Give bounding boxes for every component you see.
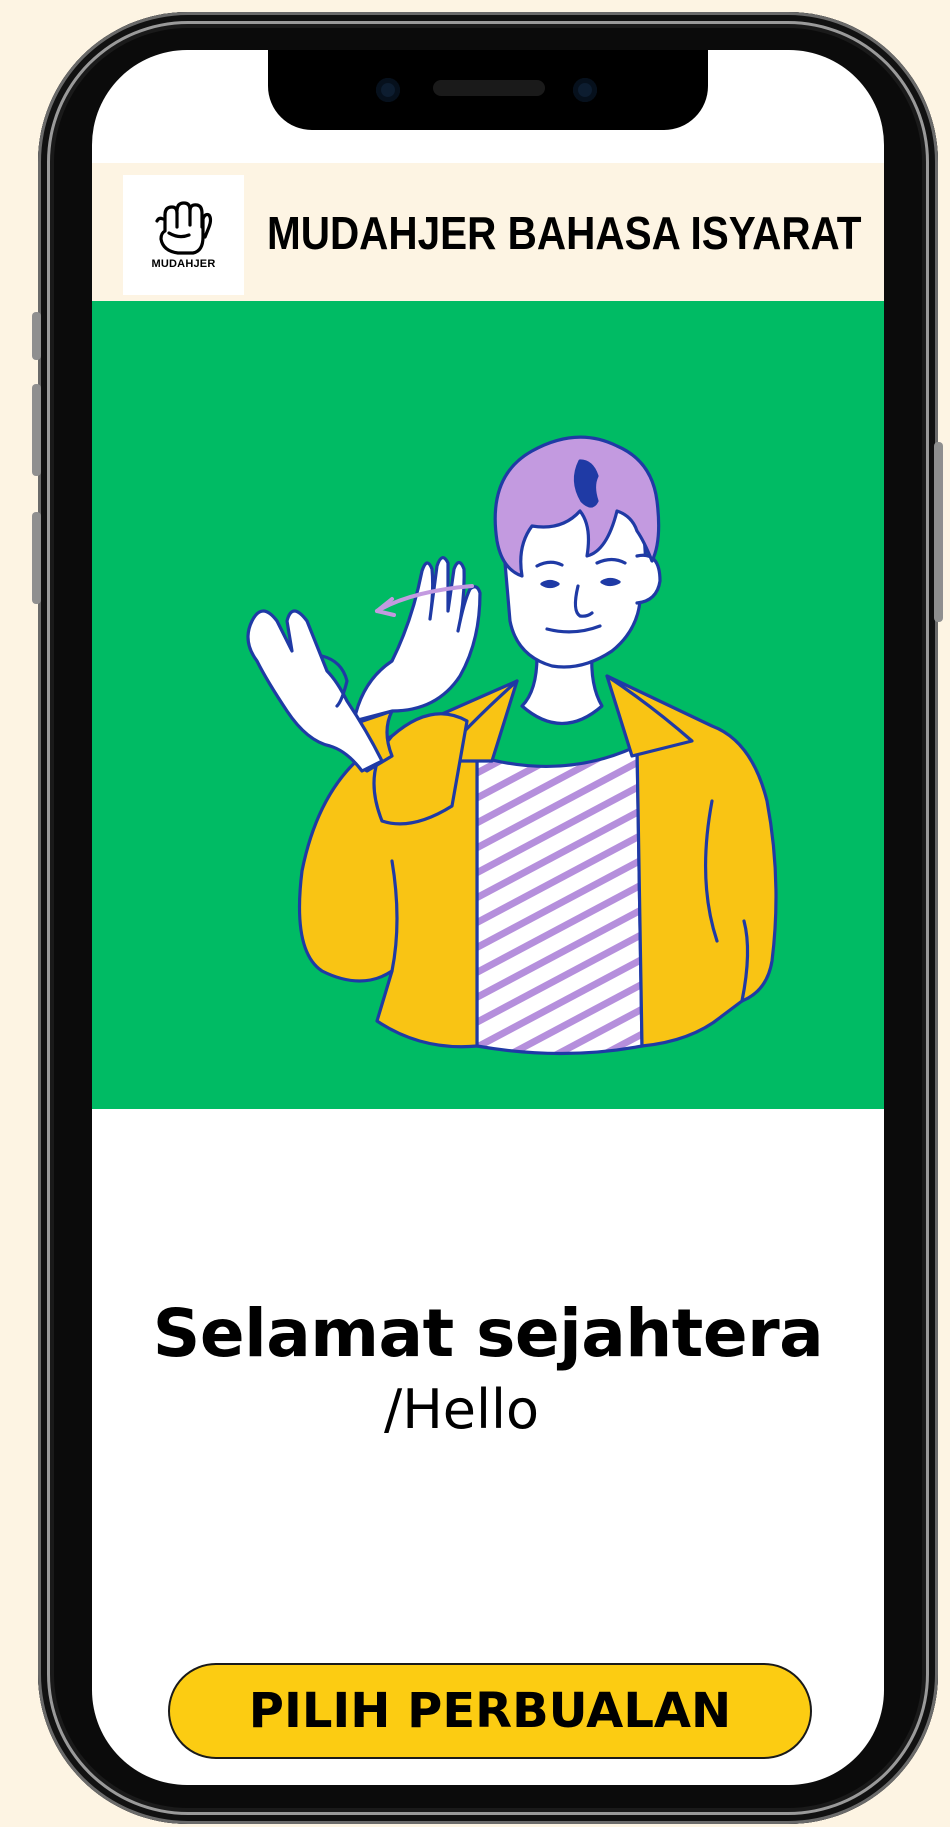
sign-word: Selamat sejahtera (152, 1295, 824, 1372)
app-screen: MUDAHJER MUDAHJER BAHASA ISYARAT Selamat… (92, 50, 884, 1785)
side-button (934, 442, 943, 622)
phone-notch (268, 50, 708, 130)
sign-translation: /Hello (384, 1378, 540, 1441)
speaker-grille (433, 80, 545, 96)
app-title: MUDAHJER BAHASA ISYARAT (267, 207, 862, 259)
side-button (32, 384, 41, 476)
app-logo[interactable]: MUDAHJER (123, 175, 244, 295)
person-signing-illustration (246, 435, 778, 1056)
side-button (32, 312, 41, 360)
camera-icon (376, 78, 400, 102)
fist-icon (155, 201, 213, 255)
sign-illustration-panel (92, 301, 884, 1109)
side-button (32, 512, 41, 604)
sensor-icon (573, 78, 597, 102)
app-header: MUDAHJER MUDAHJER BAHASA ISYARAT (92, 163, 884, 301)
choose-conversation-button[interactable]: PILIH PERBUALAN (168, 1663, 812, 1759)
logo-text: MUDAHJER (151, 258, 216, 270)
